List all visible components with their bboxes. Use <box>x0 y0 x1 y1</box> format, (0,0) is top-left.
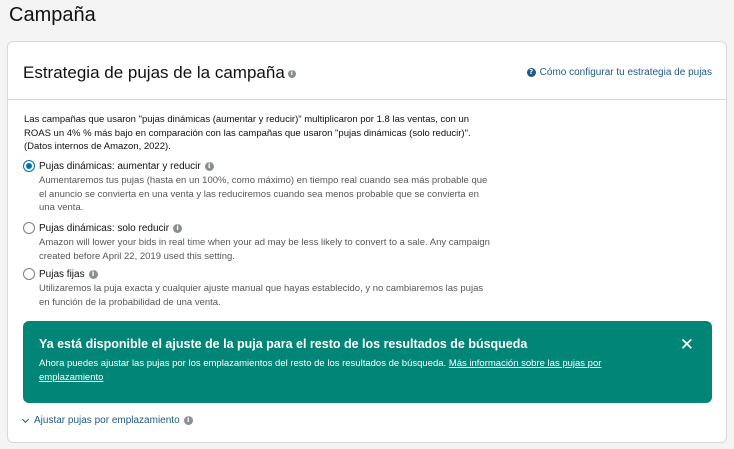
option-fixed-bids[interactable]: Pujas fijas i Utilizaremos la puja exact… <box>23 268 493 309</box>
option-dynamic-down-only[interactable]: Pujas dinámicas: solo reducir i Amazon w… <box>23 222 493 263</box>
option-description: Utilizaremos la puja exacta y cualquier … <box>39 283 484 308</box>
placement-banner: Ya está disponible el ajuste de la puja … <box>23 321 712 403</box>
info-icon[interactable]: i <box>88 269 98 279</box>
option-label[interactable]: Pujas dinámicas: aumentar y reducir <box>39 161 201 172</box>
info-icon[interactable]: i <box>204 161 214 171</box>
radio-dynamic-up-down[interactable] <box>23 160 35 172</box>
banner-body: Ahora puedes ajustar las pujas por los e… <box>39 358 447 369</box>
close-icon[interactable]: ✕ <box>680 337 694 354</box>
adjust-placement-link[interactable]: Ajustar pujas por emplazamiento i <box>21 415 193 426</box>
radio-dynamic-down-only[interactable] <box>23 222 35 234</box>
radio-fixed-bids[interactable] <box>23 268 35 280</box>
card-title-text: Estrategia de pujas de la campaña <box>23 63 285 82</box>
chevron-down-icon <box>21 415 30 423</box>
info-icon[interactable]: i <box>183 416 193 425</box>
option-dynamic-up-down[interactable]: Pujas dinámicas: aumentar y reducir i Au… <box>23 160 493 215</box>
info-icon[interactable]: i <box>287 70 296 78</box>
bidding-strategy-card: Estrategia de pujas de la campaña i ? Có… <box>7 41 727 443</box>
help-link-text[interactable]: Cómo configurar tu estrategia de pujas <box>540 67 712 78</box>
intro-text: Las campañas que usaron "pujas dinámicas… <box>24 114 471 152</box>
option-label[interactable]: Pujas dinámicas: solo reducir <box>39 223 169 234</box>
page-title: Campaña <box>9 4 96 26</box>
info-icon[interactable]: i <box>173 223 183 233</box>
option-description: Aumentaremos tus pujas (hasta en un 100%… <box>39 175 488 213</box>
banner-text: Ahora puedes ajustar las pujas por los e… <box>39 357 639 385</box>
option-description: Amazon will lower your bids in real time… <box>39 237 490 262</box>
option-label[interactable]: Pujas fijas <box>39 269 85 280</box>
adjust-placement-label[interactable]: Ajustar pujas por emplazamiento <box>34 415 180 426</box>
help-icon: ? <box>526 68 536 77</box>
banner-title: Ya está disponible el ajuste de la puja … <box>39 337 528 351</box>
card-title: Estrategia de pujas de la campaña i <box>23 63 296 83</box>
help-link[interactable]: ? Cómo configurar tu estrategia de pujas <box>526 67 712 78</box>
card-header: Estrategia de pujas de la campaña i ? Có… <box>8 42 726 100</box>
